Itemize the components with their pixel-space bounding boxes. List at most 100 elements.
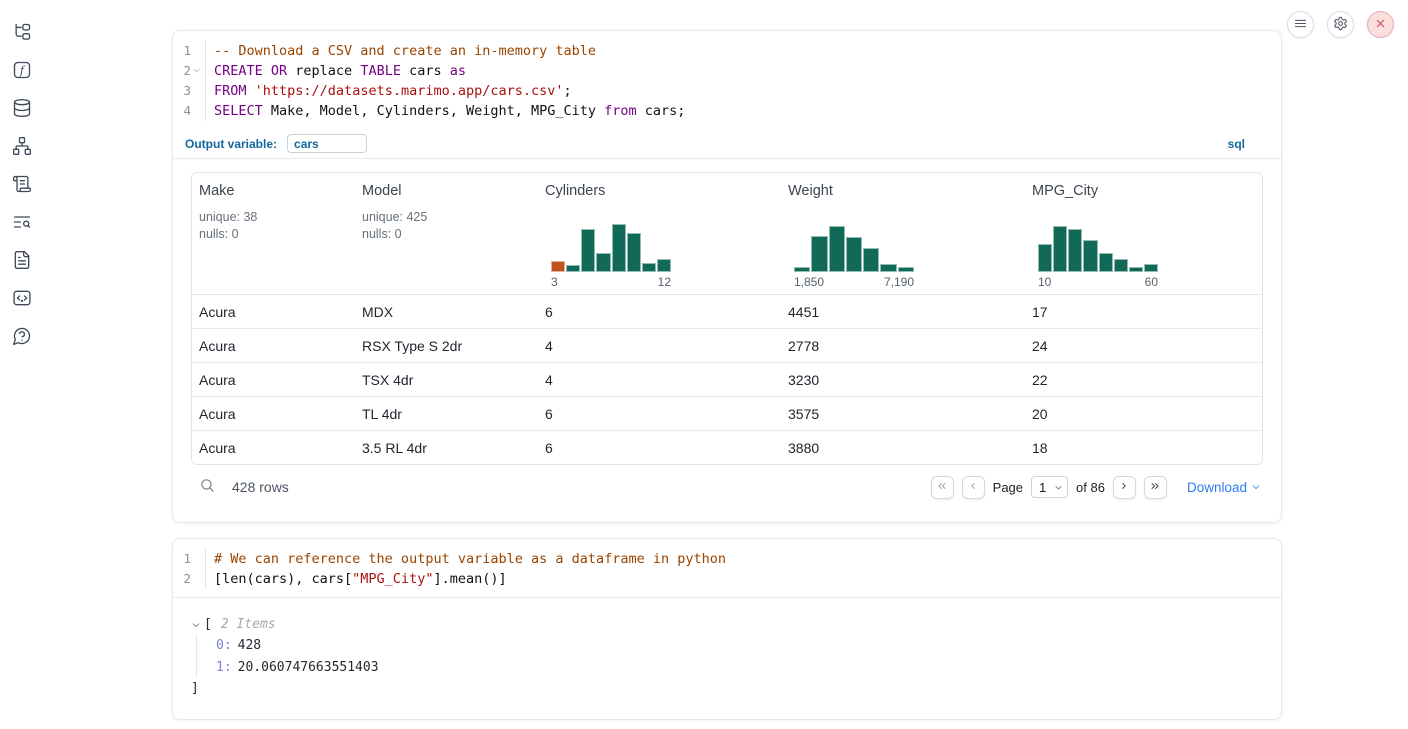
- line-number: 2: [183, 61, 191, 81]
- items-count: 2 Items: [221, 614, 276, 635]
- code-line[interactable]: 2 [len(cars), cars["MPG_City"].mean()]: [173, 569, 1281, 589]
- column-header-make[interactable]: Makeunique: 38nulls: 0: [192, 173, 355, 294]
- code-line[interactable]: 1# We can reference the output variable …: [173, 549, 1281, 569]
- pagination: Page 1 of 86 Download: [931, 476, 1261, 499]
- page-select-value: 1: [1039, 480, 1046, 495]
- sidebar-button-dependency-graph[interactable]: [11, 136, 33, 158]
- column-header-cylinders[interactable]: Cylinders312: [538, 173, 781, 294]
- database-icon: [12, 98, 32, 121]
- code-line[interactable]: 2CREATE OR replace TABLE cars as: [173, 61, 1281, 81]
- last-page-button[interactable]: [1144, 476, 1167, 499]
- sidebar-button-file-tree[interactable]: [11, 22, 33, 44]
- line-number: 3: [183, 81, 191, 101]
- first-page-button[interactable]: [931, 476, 954, 499]
- histogram-bar: [898, 267, 914, 272]
- column-histogram[interactable]: 312: [551, 222, 671, 294]
- python-cell-output: [ 2 Items 0:4281:20.060747663551403 ]: [173, 598, 1281, 719]
- table-cell: Acura: [192, 397, 355, 430]
- tree-item: 0:428: [216, 635, 1263, 657]
- scroll-icon: [12, 174, 32, 197]
- table-cell: 20: [1025, 397, 1262, 430]
- close-bracket: ]: [191, 678, 1263, 699]
- histogram-bar: [1114, 259, 1128, 272]
- sidebar-button-datasources[interactable]: [11, 98, 33, 120]
- table-footer: 428 rows Page 1 of 86: [191, 467, 1263, 507]
- table-cell: 3.5 RL 4dr: [355, 431, 538, 464]
- sidebar-button-snippets[interactable]: [11, 288, 33, 310]
- line-number: 1: [183, 41, 191, 61]
- sidebar-button-logs[interactable]: [11, 212, 33, 234]
- code-text: FROM 'https://datasets.marimo.app/cars.c…: [206, 81, 572, 101]
- chevrons-left-icon: [936, 480, 948, 495]
- code-line[interactable]: 1-- Download a CSV and create an in-memo…: [173, 41, 1281, 61]
- output-variable-input[interactable]: [287, 134, 367, 153]
- histogram-bar: [1129, 267, 1143, 272]
- graph-icon: [12, 136, 32, 159]
- table-cell: TL 4dr: [355, 397, 538, 430]
- file-tree-icon: [12, 22, 32, 45]
- download-button[interactable]: Download: [1187, 480, 1261, 495]
- output-variable-label: Output variable:: [185, 137, 277, 151]
- histogram-ticks: 1,8507,190: [794, 275, 914, 289]
- column-stats: unique: 425nulls: 0: [362, 209, 534, 243]
- histogram-bar: [846, 237, 862, 272]
- code-text: SELECT Make, Model, Cylinders, Weight, M…: [206, 101, 685, 121]
- table-cell: 3575: [781, 397, 1025, 430]
- settings-button[interactable]: [1327, 11, 1354, 38]
- menu-button[interactable]: [1287, 11, 1314, 38]
- sidebar-button-variables[interactable]: f: [11, 60, 33, 82]
- column-histogram[interactable]: 1,8507,190: [794, 222, 914, 294]
- table-search-button[interactable]: [199, 477, 216, 497]
- column-header-model[interactable]: Modelunique: 425nulls: 0: [355, 173, 538, 294]
- sidebar-button-documentation[interactable]: [11, 250, 33, 272]
- collapse-chevron-icon[interactable]: [191, 620, 204, 630]
- python-cell: 1# We can reference the output variable …: [172, 538, 1282, 720]
- table-cell: Acura: [192, 363, 355, 396]
- cell-language-badge: sql: [1228, 137, 1245, 151]
- column-stats: unique: 38nulls: 0: [199, 209, 351, 243]
- histogram-bar: [863, 248, 879, 272]
- line-number-gutter: 3: [173, 81, 206, 101]
- table-cell: 17: [1025, 295, 1262, 328]
- histogram-bar: [596, 253, 610, 272]
- item-index: 1:: [216, 660, 232, 675]
- code-line[interactable]: 3 FROM 'https://datasets.marimo.app/cars.…: [173, 81, 1281, 101]
- column-label: Weight: [788, 183, 1021, 199]
- python-code-editor[interactable]: 1# We can reference the output variable …: [173, 539, 1281, 597]
- code-text: [len(cars), cars["MPG_City"].mean()]: [206, 569, 507, 589]
- table-cell: 6: [538, 431, 781, 464]
- histogram-bar: [566, 265, 580, 272]
- page-of-label: of 86: [1076, 480, 1105, 495]
- table-row[interactable]: AcuraTSX 4dr4323022: [192, 362, 1262, 396]
- page-select[interactable]: 1: [1031, 476, 1068, 498]
- search-list-icon: [12, 212, 32, 235]
- line-number: 2: [183, 569, 191, 589]
- close-icon: [1373, 16, 1388, 34]
- line-number-gutter: 1: [173, 41, 206, 61]
- table-cell: Acura: [192, 295, 355, 328]
- column-histogram[interactable]: 1060: [1038, 222, 1158, 294]
- column-label: MPG_City: [1032, 183, 1258, 199]
- table-row[interactable]: AcuraTL 4dr6357520: [192, 396, 1262, 430]
- table-row[interactable]: AcuraRSX Type S 2dr4277824: [192, 328, 1262, 362]
- table-cell: 4451: [781, 295, 1025, 328]
- table-body: AcuraMDX6445117AcuraRSX Type S 2dr427782…: [192, 294, 1262, 464]
- histogram-bar: [551, 261, 565, 272]
- sql-code-editor[interactable]: 1-- Download a CSV and create an in-memo…: [173, 31, 1281, 129]
- histogram-bar: [642, 263, 656, 272]
- prev-page-button[interactable]: [962, 476, 985, 499]
- column-header-weight[interactable]: Weight 1,8507,190: [781, 173, 1025, 294]
- sidebar-button-help[interactable]: [11, 326, 33, 348]
- column-header-mpg_city[interactable]: MPG_City 1060: [1025, 173, 1262, 294]
- table-row[interactable]: AcuraMDX6445117: [192, 294, 1262, 328]
- row-count: 428 rows: [232, 479, 289, 495]
- histogram-bar: [1038, 244, 1052, 272]
- sidebar-button-scratchpad[interactable]: [11, 174, 33, 196]
- code-line[interactable]: 4SELECT Make, Model, Cylinders, Weight, …: [173, 101, 1281, 121]
- table-row[interactable]: Acura3.5 RL 4dr6388018: [192, 430, 1262, 464]
- histogram-ticks: 312: [551, 275, 671, 289]
- item-index: 0:: [216, 638, 232, 653]
- shutdown-button[interactable]: [1367, 11, 1394, 38]
- next-page-button[interactable]: [1113, 476, 1136, 499]
- fold-chevron-icon[interactable]: [192, 66, 202, 76]
